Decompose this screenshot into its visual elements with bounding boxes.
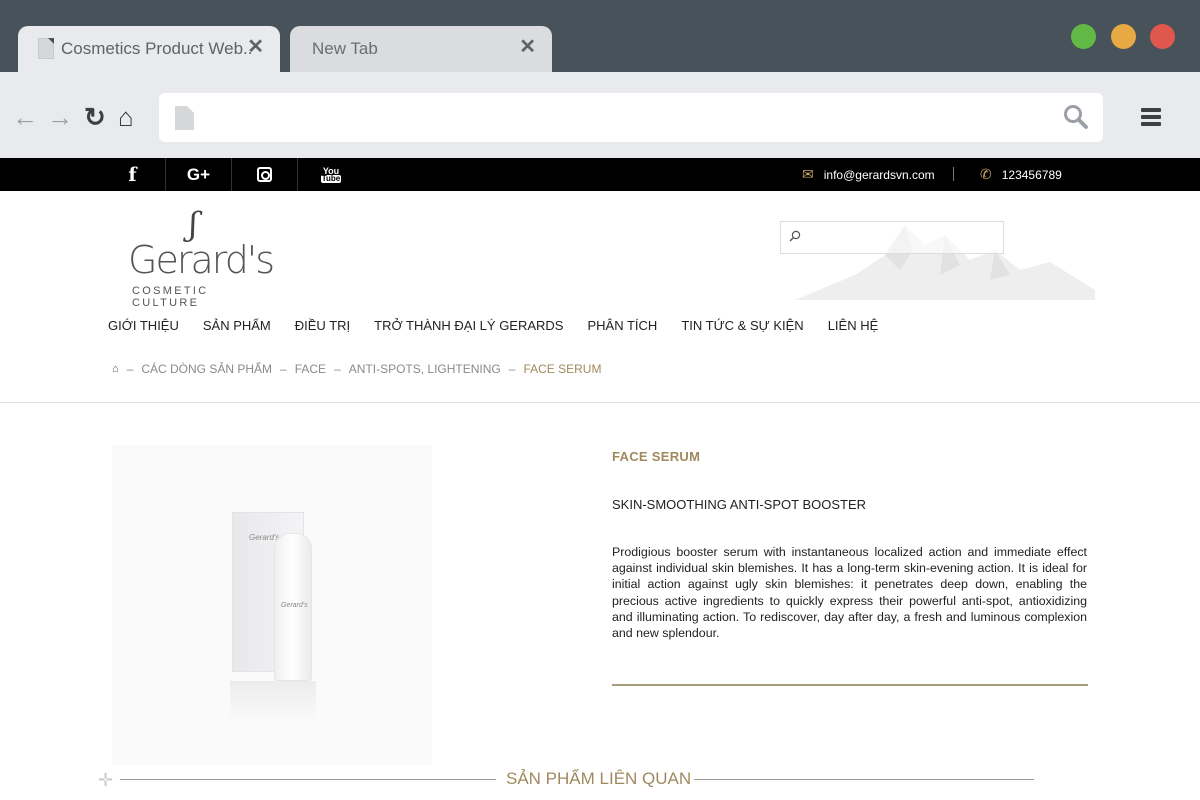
- phone-contact[interactable]: ✆ 123456789: [980, 158, 1062, 191]
- tab-title: Cosmetics Product Web..: [61, 39, 253, 58]
- site-logo[interactable]: ʃ Gerard's COSMETIC CULTURE: [128, 205, 278, 309]
- nav-item-dai-ly[interactable]: TRỞ THÀNH ĐẠI LÝ GERARDS: [374, 318, 563, 333]
- home-icon[interactable]: ⌂: [118, 104, 134, 130]
- youtube-icon[interactable]: You Tube: [298, 158, 364, 191]
- window-close-button[interactable]: [1150, 24, 1175, 49]
- google-plus-icon[interactable]: G+: [166, 158, 232, 191]
- search-icon: [789, 230, 801, 242]
- divider: [612, 684, 1088, 686]
- breadcrumb-item[interactable]: ANTI-SPOTS, LIGHTENING: [349, 362, 501, 376]
- nav-item-dieu-tri[interactable]: ĐIỀU TRỊ: [295, 318, 350, 333]
- nav-item-gioi-thieu[interactable]: GIỚI THIỆU: [108, 318, 179, 333]
- hamburger-menu-icon[interactable]: [1141, 108, 1161, 126]
- divider: [0, 402, 1200, 403]
- product-category: FACE SERUM: [612, 449, 701, 464]
- tab-title: New Tab: [312, 39, 378, 58]
- breadcrumb-item[interactable]: FACE: [295, 362, 326, 376]
- nav-item-san-pham[interactable]: SẢN PHẨM: [203, 318, 271, 333]
- nav-item-phan-tich[interactable]: PHÂN TÍCH: [587, 318, 657, 333]
- logo-name: Gerard's: [128, 238, 275, 282]
- related-products-title: SẢN PHẨM LIÊN QUAN: [506, 769, 692, 788]
- related-products-header: ✛ SẢN PHẨM LIÊN QUAN: [98, 768, 1038, 792]
- divider: [953, 167, 954, 181]
- breadcrumb-current: FACE SERUM: [523, 362, 602, 376]
- home-icon[interactable]: ⌂: [112, 363, 119, 375]
- close-icon[interactable]: ✕: [519, 37, 536, 57]
- phone-text: 123456789: [1001, 167, 1062, 182]
- product-reflection: [230, 681, 316, 721]
- main-nav: GIỚI THIỆU SẢN PHẨM ĐIỀU TRỊ TRỞ THÀNH Đ…: [108, 318, 902, 333]
- document-icon: [175, 106, 194, 130]
- site-top-bar: f G+ You Tube ✉ info@gerardsvn.com ✆ 1234…: [0, 158, 1200, 191]
- email-contact[interactable]: ✉ info@gerardsvn.com: [802, 158, 935, 191]
- instagram-icon[interactable]: [232, 158, 298, 191]
- search-input[interactable]: [807, 226, 997, 250]
- breadcrumb-item[interactable]: CÁC DÒNG SẢN PHẨM: [141, 362, 272, 376]
- close-icon[interactable]: ✕: [247, 37, 264, 57]
- email-text: info@gerardsvn.com: [823, 167, 935, 182]
- arrow-left-icon[interactable]: ←: [12, 104, 38, 130]
- nav-item-tin-tuc[interactable]: TIN TỨC & SỰ KIỆN: [681, 318, 803, 333]
- tab-cosmetics-product[interactable]: Cosmetics Product Web.. ✕: [18, 26, 280, 72]
- plus-icon[interactable]: ✛: [98, 770, 113, 791]
- envelope-icon: ✉: [802, 166, 814, 182]
- tab-new-tab[interactable]: New Tab ✕: [290, 26, 552, 72]
- document-icon: [38, 38, 54, 59]
- product-subtitle: SKIN-SMOOTHING ANTI-SPOT BOOSTER: [612, 497, 867, 512]
- product-description: Prodigious booster serum with instantane…: [612, 545, 1087, 641]
- facebook-icon[interactable]: f: [100, 158, 166, 191]
- nav-item-lien-he[interactable]: LIÊN HỆ: [828, 318, 879, 333]
- window-minimize-button[interactable]: [1071, 24, 1096, 49]
- browser-toolbar: ← → ↻ ⌂: [0, 72, 1200, 158]
- arrow-right-icon[interactable]: →: [47, 104, 73, 130]
- product-bottle: Gerard's: [274, 533, 312, 681]
- site-search[interactable]: [780, 221, 1004, 254]
- address-bar[interactable]: [159, 93, 1103, 142]
- search-icon[interactable]: [1063, 104, 1089, 130]
- window-maximize-button[interactable]: [1111, 24, 1136, 49]
- breadcrumb: ⌂ – CÁC DÒNG SẢN PHẨM – FACE – ANTI-SPOT…: [112, 362, 602, 376]
- logo-tagline: COSMETIC CULTURE: [132, 285, 209, 309]
- reload-icon[interactable]: ↻: [84, 104, 106, 130]
- product-image[interactable]: Gerard's Gerard's: [112, 445, 432, 765]
- browser-tab-bar: Cosmetics Product Web.. ✕ New Tab ✕: [0, 0, 1200, 72]
- phone-icon: ✆: [980, 166, 992, 182]
